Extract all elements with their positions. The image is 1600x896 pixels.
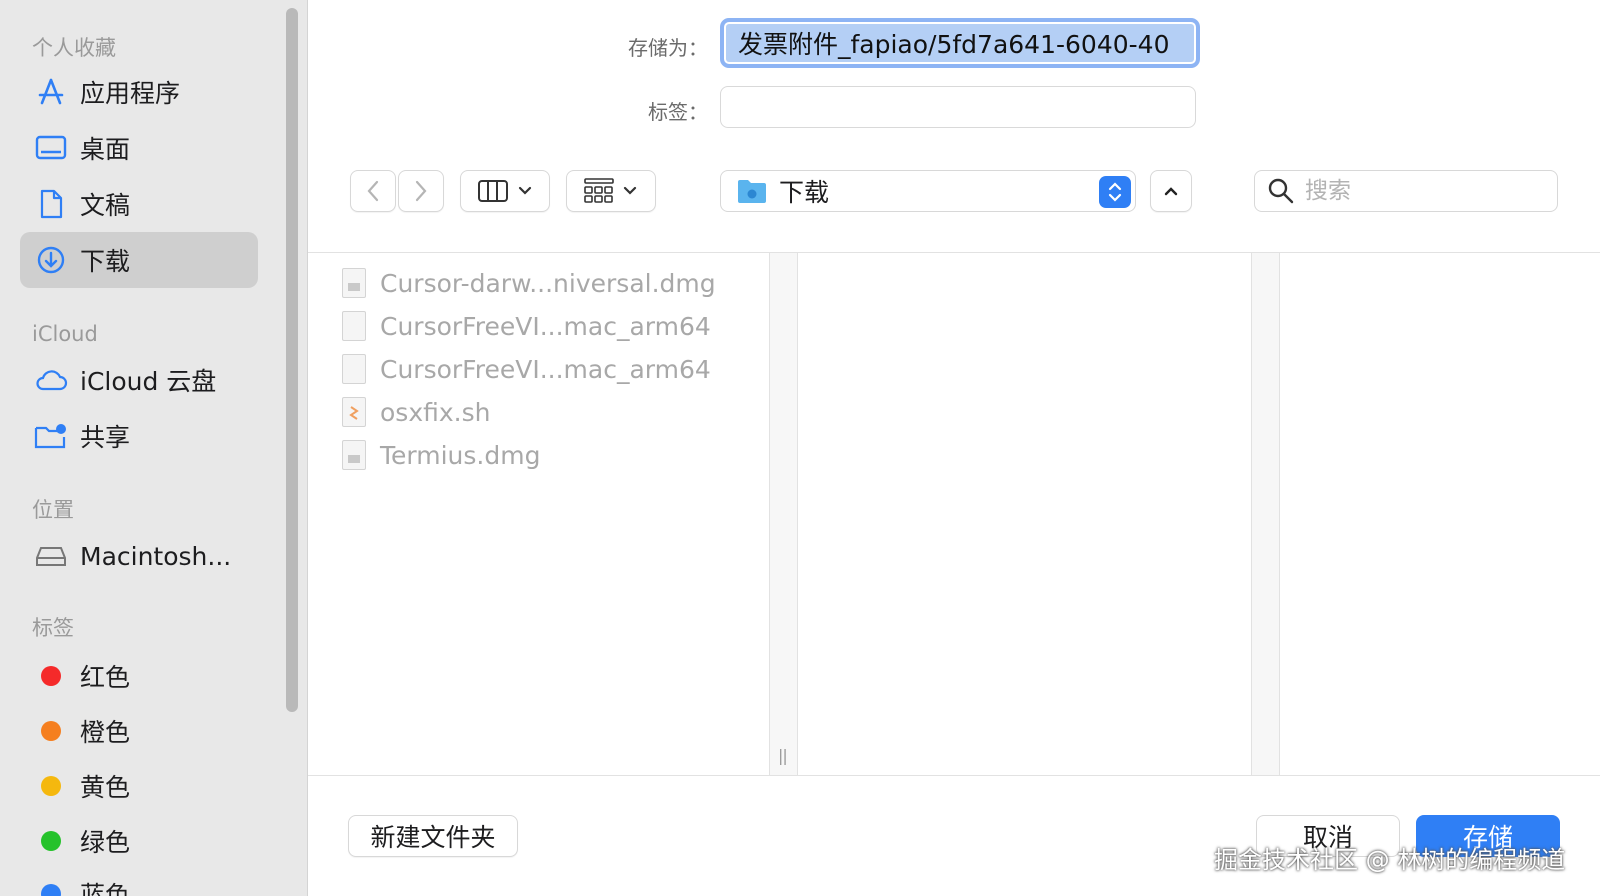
column-resize-handle[interactable] (1252, 253, 1280, 775)
search-field[interactable] (1254, 170, 1558, 212)
red-tag-dot (41, 666, 61, 686)
sidebar-item-tag-green[interactable]: 绿色 (20, 813, 258, 869)
sidebar-item-label: 共享 (80, 423, 131, 452)
shared-folder-icon (34, 419, 68, 453)
sidebar-item-label: 绿色 (80, 828, 131, 857)
blank-file-icon (342, 354, 366, 384)
file-column-2 (798, 253, 1252, 775)
blank-file-icon (342, 311, 366, 341)
blue-tag-dot (41, 884, 61, 896)
dmg-file-icon (342, 440, 366, 470)
collapse-button[interactable] (1150, 170, 1192, 212)
section-tags-title: 标签 (32, 616, 74, 640)
chevron-right-icon (415, 180, 427, 202)
view-mode-columns-button[interactable] (460, 170, 550, 212)
sidebar-item-macintosh[interactable]: Macintosh... (20, 528, 258, 584)
columns-view-icon (478, 180, 508, 202)
search-input[interactable] (1305, 178, 1535, 204)
save-as-label: 存储为： (628, 36, 708, 60)
tags-input[interactable] (721, 87, 1195, 127)
tags-label: 标签： (648, 100, 708, 124)
green-tag-dot (41, 831, 61, 851)
tags-field-wrapper (720, 86, 1196, 128)
sidebar-item-tag-orange[interactable]: 橙色 (20, 703, 258, 759)
dmg-file-icon (342, 268, 366, 298)
sidebar-item-label: 下载 (80, 247, 131, 276)
folder-icon (738, 180, 766, 203)
section-locations-title: 位置 (32, 498, 74, 522)
yellow-tag-dot (41, 776, 61, 796)
sidebar: 个人收藏 应用程序 桌面 文稿 下载 iCloud iCloud 云盘 共享 位… (0, 0, 308, 896)
save-as-field-wrapper (720, 18, 1200, 68)
document-icon (34, 187, 68, 221)
location-stepper (1099, 176, 1131, 208)
forward-button[interactable] (398, 170, 444, 212)
sidebar-item-label: Macintosh... (80, 541, 232, 571)
chevron-down-icon (518, 186, 532, 195)
applications-icon (34, 75, 68, 109)
sidebar-scrollbar[interactable] (286, 8, 298, 712)
group-options-button[interactable] (566, 170, 656, 212)
sidebar-item-applications[interactable]: 应用程序 (20, 64, 258, 120)
section-icloud-title: iCloud (32, 322, 98, 346)
list-item[interactable]: Cursor-darw...niversal.dmg (342, 263, 716, 303)
sidebar-item-icloud-drive[interactable]: iCloud 云盘 (20, 352, 258, 408)
list-item[interactable]: CursorFreeVI...mac_arm64 (342, 349, 711, 389)
location-popup[interactable]: 下载 (720, 170, 1136, 212)
sidebar-item-documents[interactable]: 文稿 (20, 176, 258, 232)
list-item[interactable]: osxfix.sh (342, 392, 490, 432)
sidebar-item-tag-yellow[interactable]: 黄色 (20, 758, 258, 814)
file-browser: Cursor-darw...niversal.dmg CursorFreeVI.… (308, 252, 1600, 776)
location-label: 下载 (779, 178, 830, 207)
new-folder-button[interactable]: 新建文件夹 (348, 815, 518, 857)
list-item[interactable]: Termius.dmg (342, 435, 540, 475)
list-item[interactable]: CursorFreeVI...mac_arm64 (342, 306, 711, 346)
sidebar-item-label: 黄色 (80, 773, 131, 802)
sidebar-item-label: 文稿 (80, 191, 131, 220)
resize-grip-icon: || (778, 746, 788, 765)
desktop-icon (34, 131, 68, 165)
icloud-icon (34, 363, 68, 397)
file-column-1: Cursor-darw...niversal.dmg CursorFreeVI.… (308, 253, 770, 775)
save-as-input[interactable] (726, 24, 1194, 62)
column-resize-handle[interactable]: || (770, 253, 798, 775)
sidebar-item-label: 桌面 (80, 135, 131, 164)
chevron-down-icon (623, 186, 637, 195)
back-button[interactable] (350, 170, 396, 212)
section-favorites-title: 个人收藏 (32, 36, 116, 60)
file-name: osxfix.sh (380, 397, 491, 427)
sidebar-item-label: 红色 (80, 663, 131, 692)
downloads-icon (34, 243, 68, 277)
sidebar-item-label: iCloud 云盘 (80, 367, 217, 396)
sidebar-item-label: 应用程序 (80, 79, 181, 108)
watermark-text: 掘金技术社区 @ 林树的编程频道 (1214, 846, 1566, 874)
sidebar-item-tag-blue[interactable]: 蓝色 (20, 866, 258, 896)
disk-icon (34, 539, 68, 573)
chevron-left-icon (367, 180, 379, 202)
grid-icon (584, 178, 614, 203)
chevron-up-icon (1164, 187, 1178, 196)
up-down-chevron-icon (1108, 182, 1122, 202)
sidebar-item-downloads[interactable]: 下载 (20, 232, 258, 288)
sidebar-item-label: 橙色 (80, 718, 131, 747)
search-icon (1268, 178, 1294, 204)
sidebar-item-label: 蓝色 (80, 881, 131, 896)
save-dialog-main: 存储为： 标签： 下载 (308, 0, 1600, 896)
file-name: CursorFreeVI...mac_arm64 (380, 354, 711, 384)
sidebar-item-desktop[interactable]: 桌面 (20, 120, 258, 176)
sidebar-item-shared[interactable]: 共享 (20, 408, 258, 464)
file-name: Termius.dmg (380, 440, 541, 470)
script-file-icon (342, 397, 366, 427)
sidebar-item-tag-red[interactable]: 红色 (20, 648, 258, 704)
file-name: Cursor-darw...niversal.dmg (380, 268, 716, 298)
orange-tag-dot (41, 721, 61, 741)
file-name: CursorFreeVI...mac_arm64 (380, 311, 711, 341)
